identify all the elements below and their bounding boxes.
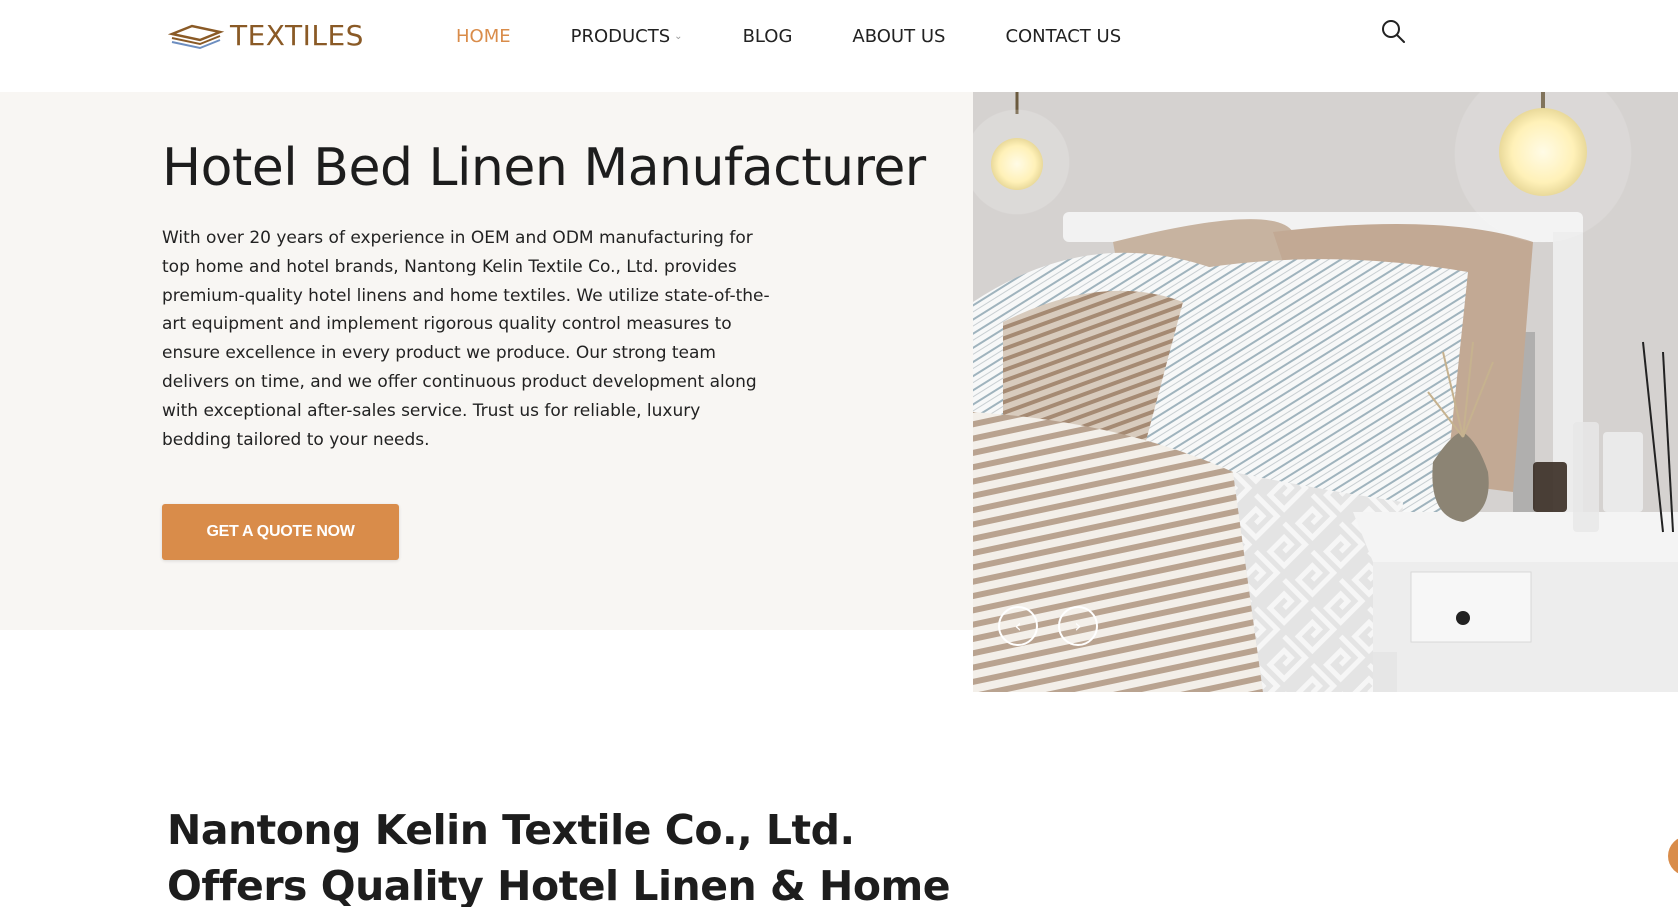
nav-products-label: PRODUCTS [570, 25, 671, 47]
nav-products[interactable]: PRODUCTS ⌄ [571, 22, 683, 50]
slider-prev-button[interactable]: ‹ [998, 606, 1038, 646]
slider-next-button[interactable]: › [1058, 606, 1098, 646]
hero-title: Hotel Bed Linen Manufacturer [162, 138, 926, 198]
logo-mark-icon [168, 24, 225, 50]
hero-description: With over 20 years of experience in OEM … [162, 228, 770, 450]
nav-home[interactable]: HOME [456, 22, 511, 50]
nav-blog[interactable]: BLOG [743, 22, 793, 50]
intro-title-line2: Offers Quality Hotel Linen & Home [167, 862, 951, 907]
search-icon [1382, 20, 1405, 43]
chevron-down-icon: ⌄ [674, 30, 683, 42]
nav-contact[interactable]: CONTACT US [1005, 22, 1121, 50]
search-button[interactable] [1380, 18, 1408, 46]
nav-about-label: ABOUT US [852, 25, 946, 47]
logo-text: TEXTILES [230, 19, 364, 52]
intro-title-line1: Nantong Kelin Textile Co., Ltd. [167, 806, 855, 854]
nav-home-label: HOME [456, 25, 511, 47]
intro-title: Nantong Kelin Textile Co., Ltd. Offers Q… [167, 802, 967, 907]
nav-about[interactable]: ABOUT US [852, 22, 945, 50]
nav-blog-label: BLOG [742, 25, 793, 47]
hero-bedroom-image [973, 92, 1678, 692]
chevron-left-icon: ‹ [1014, 615, 1022, 637]
nav-contact-label: CONTACT US [1005, 25, 1122, 47]
get-quote-button[interactable]: GET A QUOTE NOW [162, 504, 399, 560]
brand-logo[interactable]: TEXTILES [168, 20, 364, 52]
chevron-right-icon: › [1074, 615, 1082, 637]
main-nav: HOME PRODUCTS ⌄ BLOG ABOUT US CONTACT US [456, 22, 1181, 50]
bedroom-illustration [973, 92, 1678, 692]
floating-contact-button[interactable] [1668, 836, 1678, 876]
site-header: TEXTILES HOME PRODUCTS ⌄ BLOG ABOUT US CO… [0, 0, 1678, 72]
